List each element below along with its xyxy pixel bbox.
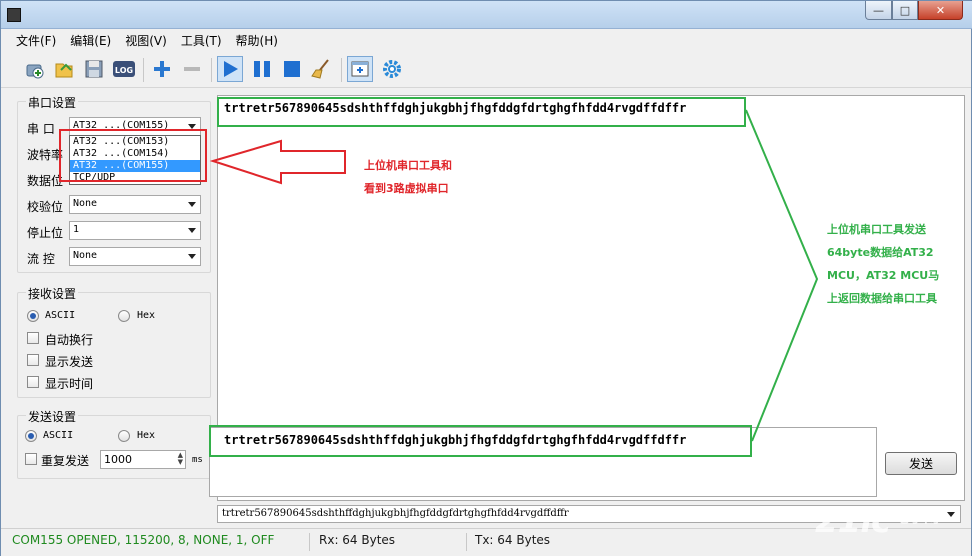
show-send-label: 显示发送 [45,355,94,369]
sent-data-highlight-box [209,425,752,457]
flow-control-select[interactable]: None [69,247,201,266]
annotation-green-line3: MCU，AT32 MCU马 [827,269,940,282]
annotation-green-line1: 上位机串口工具发送 [827,223,926,236]
show-time-checkbox[interactable] [27,376,39,388]
menu-edit[interactable]: 编辑(E) [63,30,118,51]
rx-counter: Rx: 64 Bytes [319,533,396,547]
send-settings-title: 发送设置 [26,408,79,425]
send-hex-label: Hex [137,430,156,441]
receive-ascii-label: ASCII [45,310,76,321]
port-label: 串 口 [27,122,55,136]
flow-control-select-value: None [73,250,98,261]
clear-broom-icon[interactable] [309,56,335,82]
menu-bar: 文件(F) 编辑(E) 视图(V) 工具(T) 帮助(H) [1,30,971,51]
stop-bits-select[interactable]: 1 [69,221,201,240]
chevron-down-icon [188,254,196,259]
status-separator [309,533,310,551]
maximize-icon: □ [899,3,911,17]
tx-counter: Tx: 64 Bytes [475,533,551,547]
send-hex-radio[interactable] [118,430,130,442]
new-icon[interactable] [21,56,47,82]
play-icon[interactable] [217,56,243,82]
show-time-label: 显示时间 [45,377,94,391]
received-data-highlight-box [217,97,746,127]
flow-control-label: 流 控 [27,252,55,266]
green-bracket-lines [745,109,819,442]
parity-select-value: None [73,198,98,209]
remove-icon[interactable] [179,56,205,82]
parity-label: 校验位 [27,200,64,214]
minimize-icon: — [873,3,884,17]
close-button[interactable]: ✕ [918,1,963,20]
save-icon[interactable] [81,56,107,82]
receive-hex-radio[interactable] [118,310,130,322]
annotation-red-line1: 上位机串口工具和 [364,159,452,172]
chevron-down-icon [188,228,196,233]
toolbar: LOG [1,52,971,88]
receive-settings-title: 接收设置 [26,285,79,302]
watermark-text: 电子网 [894,508,940,526]
data-bits-label: 数据位 [27,174,64,188]
window-icon[interactable] [347,56,373,82]
send-history-value: trtretr567890645sdshthffdghjukgbhjfhgfdd… [222,508,569,519]
app-icon [7,8,21,22]
send-button[interactable]: 发送 [885,452,957,475]
repeat-interval-value: 1000 [104,453,132,466]
toolbar-separator [341,58,342,82]
repeat-send-label: 重复发送 [41,454,90,468]
menu-view[interactable]: 视图(V) [118,30,174,51]
chevron-down-icon [947,512,955,517]
settings-gear-icon[interactable] [379,56,405,82]
stop-icon[interactable] [279,56,305,82]
stop-bits-label: 停止位 [27,226,64,240]
annotation-red-line2: 看到3路虚拟串口 [364,182,449,195]
receive-ascii-radio[interactable] [27,310,39,322]
watermark-logo: 21ic [815,501,891,541]
log-icon[interactable]: LOG [111,56,137,82]
send-settings-group: 发送设置 [17,408,211,479]
toolbar-separator [143,58,144,82]
pause-icon[interactable] [249,56,275,82]
main-window: — □ ✕ 文件(F) 编辑(E) 视图(V) 工具(T) 帮助(H) LOG [0,0,972,556]
spinner-arrows-icon[interactable]: ▲ ▼ [178,452,183,466]
auto-wrap-label: 自动换行 [45,333,94,347]
menu-help[interactable]: 帮助(H) [229,30,285,51]
menu-tools[interactable]: 工具(T) [174,30,229,51]
repeat-interval-input[interactable]: 1000 ▲ ▼ [100,450,186,469]
svg-text:LOG: LOG [115,66,133,75]
close-icon: ✕ [935,3,946,17]
red-arrow-icon [209,139,346,185]
minimize-button[interactable]: — [865,1,892,20]
serial-settings-title: 串口设置 [26,94,79,111]
receive-hex-label: Hex [137,310,156,321]
parity-select[interactable]: None [69,195,201,214]
title-bar: — □ ✕ [1,1,972,29]
add-icon[interactable] [149,56,175,82]
show-send-checkbox[interactable] [27,354,39,366]
status-separator [466,533,467,551]
send-ascii-radio[interactable] [25,430,37,442]
chevron-down-icon [188,202,196,207]
baud-label: 波特率 [27,148,64,162]
maximize-button[interactable]: □ [892,1,918,20]
stop-bits-select-value: 1 [73,224,80,235]
dropdown-highlight-box [59,129,207,182]
menu-file[interactable]: 文件(F) [9,30,63,51]
send-ascii-label: ASCII [43,430,74,441]
annotation-green-line4: 上返回数据给串口工具 [827,292,937,305]
toolbar-separator [211,58,212,82]
open-icon[interactable] [51,56,77,82]
annotation-green-line2: 64byte数据给AT32 [827,246,934,259]
repeat-send-checkbox[interactable] [25,453,37,465]
interval-unit-label: ms [192,455,203,465]
auto-wrap-checkbox[interactable] [27,332,39,344]
port-status-text: COM155 OPENED, 115200, 8, NONE, 1, OFF [12,533,275,547]
